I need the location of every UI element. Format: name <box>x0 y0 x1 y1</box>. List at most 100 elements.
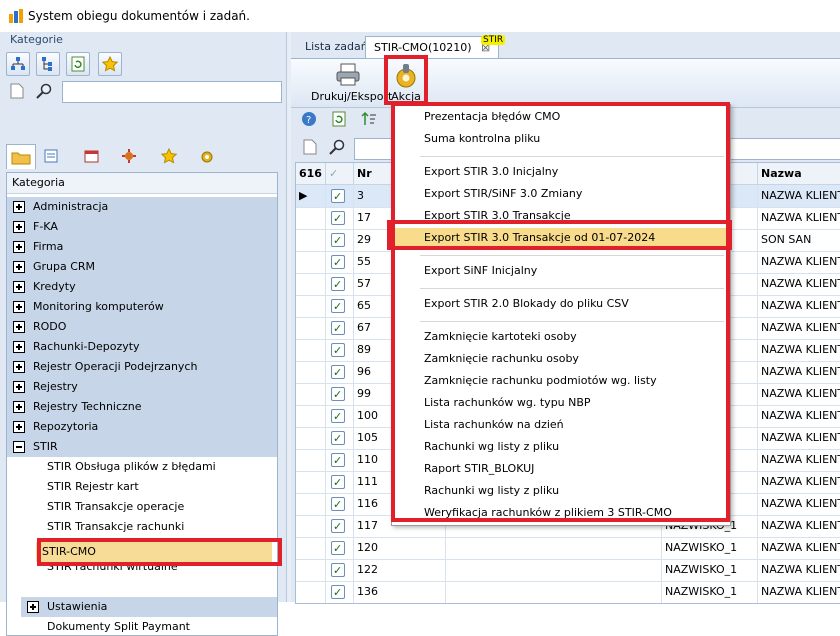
tab-favorites[interactable] <box>156 144 184 168</box>
tree-node[interactable]: Rachunki-Depozyty <box>7 337 277 357</box>
tab-categories[interactable] <box>6 144 36 169</box>
tab-actions[interactable] <box>194 144 222 168</box>
favorites-button[interactable] <box>98 52 122 76</box>
row-checkbox[interactable] <box>331 274 345 295</box>
row-checkbox-cell[interactable] <box>326 229 354 251</box>
table-row[interactable]: 136 NAZWISKO_1NAZWA KLIENT <box>296 581 840 603</box>
tree-node[interactable]: Rejestry Techniczne <box>7 397 277 417</box>
row-checkbox-cell[interactable] <box>326 339 354 361</box>
refresh-button[interactable] <box>66 52 90 76</box>
row-checkbox-cell[interactable] <box>326 515 354 537</box>
expand-icon[interactable] <box>13 361 25 373</box>
row-checkbox[interactable] <box>331 208 345 229</box>
expand-icon[interactable] <box>13 221 25 233</box>
expand-icon[interactable] <box>13 301 25 313</box>
sort-icon[interactable] <box>361 111 377 127</box>
search-icon[interactable] <box>36 83 52 99</box>
row-checkbox[interactable] <box>331 384 345 405</box>
expand-tree-button[interactable] <box>6 52 30 76</box>
tree-node[interactable]: Ustawienia <box>21 597 277 617</box>
row-checkbox-cell[interactable] <box>326 207 354 229</box>
row-checkbox[interactable] <box>331 516 345 537</box>
tab-calendar[interactable] <box>78 144 106 168</box>
tree-child-node[interactable]: STIR Transakcje rachunki <box>47 517 184 537</box>
expand-icon[interactable] <box>27 601 39 613</box>
table-row[interactable]: 120 NAZWISKO_1NAZWA KLIENT <box>296 537 840 560</box>
tab-tools[interactable] <box>116 144 144 168</box>
tree-node[interactable]: Firma <box>7 237 277 257</box>
expand-icon[interactable] <box>13 281 25 293</box>
refresh-icon[interactable] <box>331 111 347 127</box>
tree-node[interactable]: Monitoring komputerów <box>7 297 277 317</box>
row-checkbox-cell[interactable] <box>326 405 354 427</box>
row-checkbox-cell[interactable] <box>326 471 354 493</box>
tab-lista-zadan[interactable]: Lista zadań <box>297 36 376 58</box>
tree-node[interactable]: Grupa CRM <box>7 257 277 277</box>
row-checkbox[interactable] <box>331 428 345 449</box>
expand-icon[interactable] <box>13 421 25 433</box>
tree-node[interactable]: Administracja <box>7 197 277 217</box>
row-checkbox-cell[interactable] <box>326 493 354 515</box>
expand-icon[interactable] <box>13 201 25 213</box>
row-checkbox[interactable] <box>331 340 345 361</box>
print-export-button[interactable]: Drukuj/Eksport <box>311 63 392 105</box>
tree-collapse-icon <box>42 57 52 71</box>
expand-icon[interactable] <box>13 261 25 273</box>
column-header-nazwa[interactable]: Nazwa kontrah <box>758 163 840 202</box>
row-checkbox-cell[interactable] <box>326 383 354 405</box>
tree-node[interactable]: Rejestry <box>7 377 277 397</box>
row-checkbox-cell[interactable] <box>326 185 354 207</box>
expand-icon[interactable] <box>13 241 25 253</box>
expand-icon[interactable] <box>13 381 25 393</box>
tree-node[interactable]: Kredyty <box>7 277 277 297</box>
row-checkbox-cell[interactable] <box>326 559 354 581</box>
tree-node[interactable]: F-KA <box>7 217 277 237</box>
category-search-input[interactable] <box>62 81 282 103</box>
row-checkbox[interactable] <box>331 252 345 273</box>
row-checkbox[interactable] <box>331 362 345 383</box>
row-checkbox-cell[interactable] <box>326 537 354 559</box>
collapse-icon[interactable] <box>13 441 25 453</box>
tree-child-node[interactable]: STIR Obsługa plików z błędami <box>47 457 216 477</box>
row-checkbox[interactable] <box>331 472 345 493</box>
row-checkbox[interactable] <box>331 230 345 251</box>
row-checkbox-cell[interactable] <box>326 449 354 471</box>
row-checkbox-cell[interactable] <box>326 427 354 449</box>
tree-child-node[interactable]: STIR Rejestr kart <box>47 477 139 497</box>
tree-node-label: Rachunki-Depozyty <box>33 340 140 353</box>
row-checkbox-cell[interactable] <box>326 361 354 383</box>
row-checkbox[interactable] <box>331 318 345 339</box>
row-checkbox[interactable] <box>331 296 345 317</box>
collapse-tree-button[interactable] <box>36 52 60 76</box>
tab-documents[interactable] <box>38 144 66 168</box>
check-all-header[interactable]: ✓ <box>326 163 354 185</box>
tree-node[interactable]: Rejestr Operacji Podejrzanych <box>7 357 277 377</box>
search-icon[interactable] <box>329 139 345 155</box>
row-checkbox-cell[interactable] <box>326 295 354 317</box>
new-document-icon[interactable] <box>10 83 24 99</box>
new-document-icon[interactable] <box>303 139 317 155</box>
expand-icon[interactable] <box>13 401 25 413</box>
row-checkbox[interactable] <box>331 582 345 603</box>
row-checkbox-cell[interactable] <box>326 317 354 339</box>
row-checkbox[interactable] <box>331 450 345 471</box>
row-checkbox[interactable] <box>331 494 345 515</box>
table-row[interactable]: 122 NAZWISKO_1NAZWA KLIENT <box>296 559 840 582</box>
row-checkbox[interactable] <box>331 186 345 207</box>
tree-child-node[interactable]: Dokumenty Split Paymant <box>47 617 190 635</box>
help-icon[interactable]: ? <box>301 111 317 127</box>
expand-icon[interactable] <box>13 321 25 333</box>
tree-node[interactable]: STIR <box>7 437 277 457</box>
row-checkbox[interactable] <box>331 406 345 427</box>
tree-node[interactable]: RODO <box>7 317 277 337</box>
expand-icon[interactable] <box>13 341 25 353</box>
row-checkbox-cell[interactable] <box>326 581 354 603</box>
row-checkbox[interactable] <box>331 560 345 581</box>
row-checkbox[interactable] <box>331 538 345 559</box>
tree-child-node[interactable]: STIR Transakcje operacje <box>47 497 184 517</box>
tree-node[interactable]: Repozytoria <box>7 417 277 437</box>
cell-b: NAZWISKO_1 <box>662 537 758 559</box>
row-checkbox-cell[interactable] <box>326 251 354 273</box>
row-checkbox-cell[interactable] <box>326 273 354 295</box>
refresh-icon <box>71 56 85 72</box>
